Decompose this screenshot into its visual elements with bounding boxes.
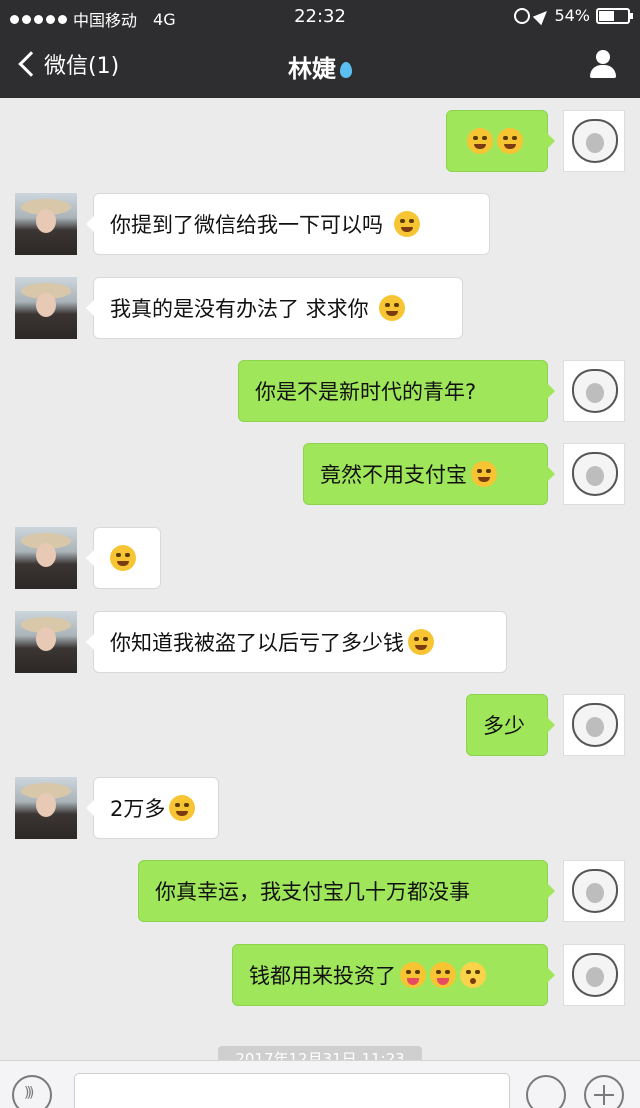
message-bubble-sent[interactable]: 多少 <box>466 694 555 756</box>
message-text: 钱都用来投资了 <box>249 964 396 988</box>
input-bar <box>0 1060 640 1108</box>
angry-emoji-icon <box>393 211 420 237</box>
contact-avatar[interactable] <box>15 527 77 589</box>
message-text: 竟然不用支付宝 <box>320 463 467 487</box>
flushed-emoji-icon <box>460 962 486 988</box>
message-text: 你真幸运，我支付宝几十万都没事 <box>155 880 470 904</box>
message-text: 2万多 <box>110 797 166 821</box>
message-bubble-received[interactable]: 我真的是没有办法了 求求你 <box>86 277 463 339</box>
message-bubble-received[interactable]: 你知道我被盗了以后亏了多少钱 <box>86 611 507 673</box>
contact-avatar[interactable] <box>15 193 77 255</box>
my-avatar[interactable] <box>563 944 625 1006</box>
message-text: 你提到了微信给我一下可以吗 <box>110 213 383 237</box>
my-avatar[interactable] <box>563 694 625 756</box>
contact-avatar[interactable] <box>15 777 77 839</box>
rotation-lock-icon <box>514 7 531 24</box>
message-bubble-received[interactable] <box>86 527 161 589</box>
message-bubble-sent[interactable]: 你真幸运，我支付宝几十万都没事 <box>138 860 555 922</box>
status-bar: 中国移动 4G 22:32 54% <box>0 0 640 34</box>
contact-avatar[interactable] <box>15 277 77 339</box>
emoji-button[interactable] <box>526 1075 566 1108</box>
more-options-button[interactable] <box>584 1075 624 1108</box>
message-text: 多少 <box>483 714 525 738</box>
contact-avatar[interactable] <box>15 611 77 673</box>
question-emoji-icon <box>110 545 136 571</box>
angry-emoji-icon <box>408 629 434 655</box>
location-icon <box>533 6 552 25</box>
voice-input-button[interactable] <box>12 1075 52 1108</box>
my-avatar[interactable] <box>563 443 625 505</box>
message-bubble-received[interactable]: 2万多 <box>86 777 219 839</box>
tongue-out-emoji-icon <box>400 962 426 988</box>
message-text: 我真的是没有办法了 求求你 <box>110 297 369 321</box>
message-text: 你是不是新时代的青年? <box>255 380 477 404</box>
chat-header: 微信(1) 林婕 <box>0 34 640 98</box>
chat-title: 林婕 <box>0 49 640 84</box>
message-text: 你知道我被盗了以后亏了多少钱 <box>110 631 404 655</box>
angry-emoji-icon <box>379 295 406 321</box>
battery-percent: 54% <box>554 6 590 25</box>
profile-button[interactable] <box>588 50 618 80</box>
laugh-cry-emoji-icon <box>497 128 523 154</box>
angry-emoji-icon <box>169 795 196 821</box>
contact-name: 林婕 <box>288 55 336 83</box>
message-bubble-sent[interactable]: 钱都用来投资了 <box>232 944 555 1006</box>
message-bubble-received[interactable]: 你提到了微信给我一下可以吗 <box>86 193 490 255</box>
my-avatar[interactable] <box>563 860 625 922</box>
tongue-out-emoji-icon <box>430 962 456 988</box>
message-bubble-sent[interactable]: 竟然不用支付宝 <box>303 443 555 505</box>
message-input[interactable] <box>74 1073 510 1108</box>
my-avatar[interactable] <box>563 110 625 172</box>
laugh-cry-emoji-icon <box>467 128 493 154</box>
person-icon <box>596 50 610 64</box>
sweat-droplets-icon <box>340 62 352 78</box>
laugh-cry-emoji-icon <box>471 461 497 487</box>
message-bubble-sent[interactable] <box>446 110 555 172</box>
battery-icon <box>596 7 633 24</box>
my-avatar[interactable] <box>563 360 625 422</box>
message-bubble-sent[interactable]: 你是不是新时代的青年? <box>238 360 555 422</box>
